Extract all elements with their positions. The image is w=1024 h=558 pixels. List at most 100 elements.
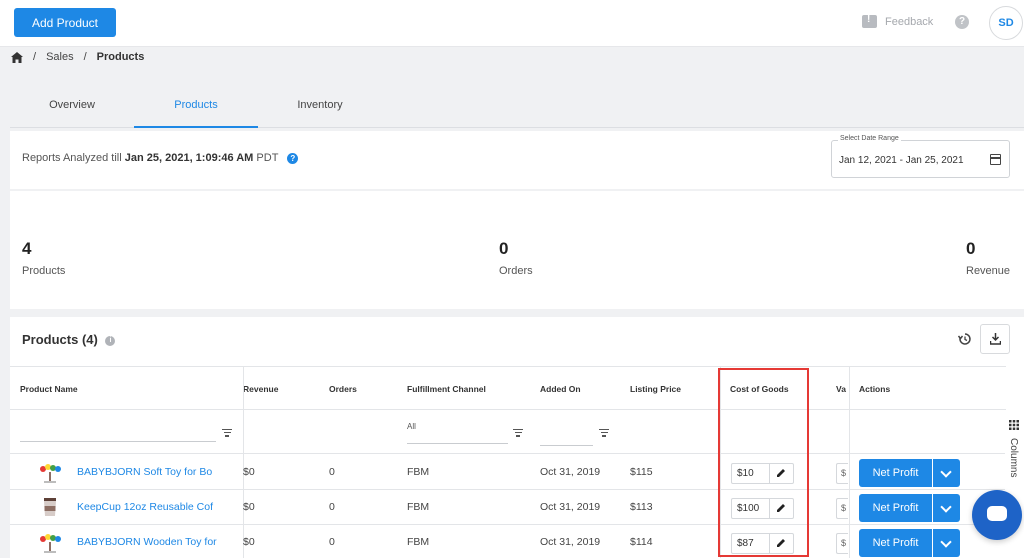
net-profit-button[interactable]: Net Profit [859, 494, 932, 522]
added-on-cell: Oct 31, 2019 [540, 501, 601, 513]
feedback-label: Feedback [885, 15, 934, 28]
net-profit-dropdown-button[interactable] [933, 494, 960, 522]
listing-price-cell: $113 [630, 501, 653, 513]
column-header-listing-price[interactable]: Listing Price [620, 366, 720, 410]
breadcrumb-separator: / [83, 51, 87, 63]
added-on-cell: Oct 31, 2019 [540, 536, 601, 548]
tab-bar: Overview Products Inventory [10, 87, 1024, 128]
orders-cell: 0 [329, 536, 335, 548]
filter-icon[interactable] [222, 429, 232, 437]
stat-orders: 0 Orders [499, 239, 533, 277]
home-icon[interactable] [11, 51, 23, 63]
tab-inventory[interactable]: Inventory [258, 87, 382, 128]
fulfillment-cell: FBM [407, 536, 430, 548]
info-icon[interactable]: i [105, 335, 116, 346]
column-header-added-on[interactable]: Added On [530, 366, 620, 410]
calendar-icon[interactable] [990, 154, 1001, 165]
revenue-cell: $0 [243, 501, 255, 513]
breadcrumb-sales[interactable]: Sales [46, 51, 74, 63]
column-header-fulfillment[interactable]: Fulfillment Channel [397, 366, 530, 410]
filter-row: All [10, 410, 1006, 454]
product-name-link[interactable]: KeepCup 12oz Reusable Cof [77, 490, 213, 525]
filter-icon[interactable] [513, 429, 523, 437]
stat-value: 0 [966, 239, 976, 258]
column-header-revenue[interactable]: Revenue [233, 366, 319, 410]
product-name-link[interactable]: BABYBJORN Wooden Toy for [77, 525, 217, 558]
stats-card: 4 Products 0 Orders 0 Revenue [10, 191, 1024, 309]
date-range-picker[interactable]: Select Date Range Jan 12, 2021 - Jan 25,… [831, 135, 1010, 178]
added-on-filter-input[interactable] [540, 445, 593, 446]
net-profit-dropdown-button[interactable] [933, 529, 960, 557]
columns-grid-icon[interactable] [1009, 420, 1019, 430]
report-status: Reports Analyzed till Jan 25, 2021, 1:09… [22, 152, 299, 164]
report-timezone: PDT [256, 152, 279, 164]
product-thumbnail [44, 498, 56, 516]
products-title: Products (4) i [22, 332, 116, 347]
product-name-filter-input[interactable] [20, 441, 216, 442]
cost-of-goods-highlight [718, 368, 809, 557]
chat-button[interactable] [972, 490, 1022, 540]
breadcrumb-separator: / [33, 51, 37, 63]
download-button[interactable] [980, 324, 1010, 354]
columns-label[interactable]: Columns [1008, 438, 1019, 477]
column-header-variable[interactable]: Va [826, 366, 849, 410]
breadcrumb-current: Products [96, 51, 145, 63]
table-row: KeepCup 12oz Reusable Cof $0 0 FBM Oct 3… [10, 490, 1006, 525]
orders-cell: 0 [329, 466, 335, 478]
feedback-link[interactable]: Feedback [862, 14, 934, 28]
stat-value: 0 [499, 239, 509, 258]
tab-overview[interactable]: Overview [10, 87, 134, 128]
stat-label: Products [22, 265, 66, 277]
tab-products[interactable]: Products [134, 87, 258, 128]
revenue-cell: $0 [243, 536, 255, 548]
report-timestamp: Jan 25, 2021, 1:09:46 AM [124, 152, 254, 164]
fulfillment-cell: FBM [407, 501, 430, 513]
net-profit-button[interactable]: Net Profit [859, 529, 932, 557]
products-card: Products (4) i Product Name Revenue Orde… [10, 317, 1024, 558]
listing-price-cell: $115 [630, 466, 653, 478]
table-row: BABYBJORN Soft Toy for Bo $0 0 FBM Oct 3… [10, 455, 1006, 490]
fulfillment-filter-input[interactable] [407, 443, 508, 444]
variable-cost-field[interactable]: $ [836, 498, 848, 519]
add-product-button[interactable]: Add Product [14, 8, 116, 37]
product-name-link[interactable]: BABYBJORN Soft Toy for Bo [77, 455, 212, 490]
column-header-actions: Actions [849, 366, 1006, 410]
stat-label: Orders [499, 265, 533, 277]
stat-label: Revenue [966, 265, 1011, 277]
orders-cell: 0 [329, 501, 335, 513]
stat-revenue: 0 Revenue [966, 239, 1010, 277]
products-title-text: Products (4) [22, 332, 98, 347]
download-icon [990, 333, 1001, 345]
net-profit-button[interactable]: Net Profit [859, 459, 932, 487]
added-on-cell: Oct 31, 2019 [540, 466, 601, 478]
column-header-product-name[interactable]: Product Name [10, 366, 243, 410]
variable-cost-field[interactable]: $ [836, 463, 848, 484]
product-thumbnail [40, 534, 61, 553]
column-header-orders[interactable]: Orders [319, 366, 397, 410]
variable-cost-field[interactable]: $ [836, 533, 848, 554]
top-bar: Add Product Feedback ? SD [0, 0, 1024, 47]
date-range-value: Jan 12, 2021 - Jan 25, 2021 [839, 155, 964, 166]
fulfillment-cell: FBM [407, 466, 430, 478]
product-thumbnail [40, 464, 61, 483]
info-icon[interactable]: ? [287, 152, 299, 164]
net-profit-dropdown-button[interactable] [933, 459, 960, 487]
table-row: BABYBJORN Wooden Toy for $0 0 FBM Oct 31… [10, 525, 1006, 558]
fulfillment-filter-value[interactable]: All [407, 422, 416, 431]
report-prefix: Reports Analyzed till [22, 152, 122, 164]
stat-products: 4 Products [22, 239, 65, 277]
variable-cost-glyph: $ [841, 538, 847, 548]
help-icon[interactable]: ? [955, 15, 969, 29]
products-table: Product Name Revenue Orders Fulfillment … [10, 366, 1006, 558]
variable-cost-glyph: $ [841, 503, 847, 513]
revenue-cell: $0 [243, 466, 255, 478]
date-range-label: Select Date Range [838, 135, 901, 142]
stat-value: 4 [22, 239, 32, 258]
avatar[interactable]: SD [989, 6, 1023, 40]
listing-price-cell: $114 [630, 536, 653, 548]
feedback-icon [862, 14, 877, 28]
reset-history-icon[interactable] [958, 332, 972, 346]
breadcrumb: / Sales / Products [11, 51, 144, 63]
filter-icon[interactable] [599, 429, 609, 437]
variable-cost-glyph: $ [841, 468, 847, 478]
